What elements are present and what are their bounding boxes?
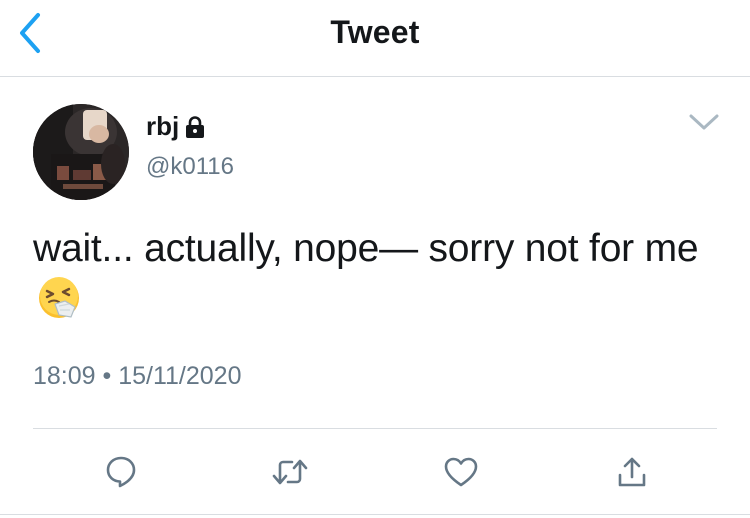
username-handle[interactable]: @k0116 [146, 153, 234, 181]
avatar-photo [33, 104, 129, 200]
reply-icon [106, 456, 136, 488]
share-icon [618, 457, 646, 487]
reply-button[interactable] [99, 450, 143, 494]
like-button[interactable] [439, 450, 483, 494]
tweet-timestamp: 18:09 • 15/11/2020 [33, 362, 242, 390]
tweet-menu-button[interactable] [684, 104, 724, 140]
page-title: Tweet [330, 14, 420, 50]
heart-icon [444, 457, 478, 487]
avatar[interactable] [33, 104, 129, 200]
tweet-text: wait... actually, nope— sorry not for me [33, 227, 699, 270]
display-name[interactable]: rbj [146, 111, 179, 142]
author-name-row[interactable]: rbj [146, 111, 206, 142]
chevron-down-icon [689, 114, 719, 130]
retweet-button[interactable] [268, 450, 312, 494]
lock-icon [184, 115, 206, 139]
nav-header: Tweet [0, 0, 750, 77]
bottom-divider [0, 514, 750, 515]
share-button[interactable] [610, 450, 654, 494]
tweet-body: wait... actually, nope— sorry not for me [33, 224, 713, 333]
tweet-detail-screen: Tweet rbj @k0116 wait... actually, nope—… [0, 0, 750, 518]
divider [33, 428, 717, 429]
sneezing-face-emoji [37, 276, 81, 333]
retweet-icon [272, 459, 308, 485]
